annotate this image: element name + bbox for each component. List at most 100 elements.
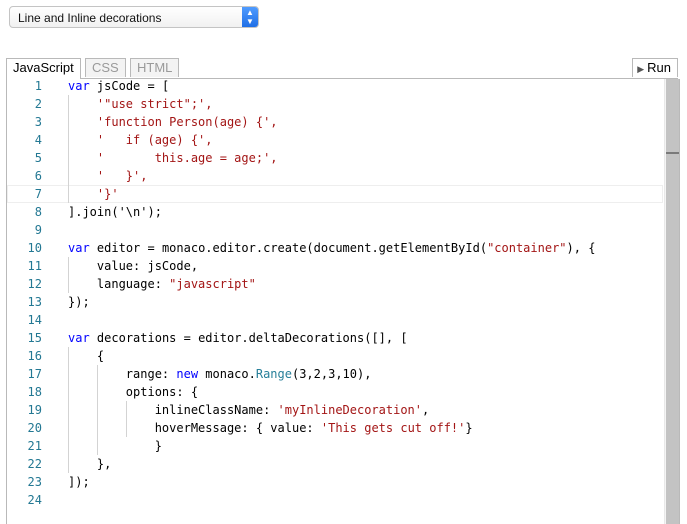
- code-text: 'function Person(age) {',: [68, 113, 278, 131]
- code-token: (3,2,3,10),: [291, 367, 372, 381]
- code-text: ' this.age = age;',: [68, 149, 278, 167]
- code-text: value: jsCode,: [68, 257, 198, 275]
- code-text: ]);: [68, 473, 90, 491]
- line-number: 12: [27, 277, 42, 291]
- code-line[interactable]: 15 var decorations = editor.deltaDecorati…: [7, 329, 663, 347]
- code-line[interactable]: 11 value: jsCode,: [7, 257, 663, 275]
- code-line[interactable]: 24: [7, 491, 663, 509]
- line-number: 3: [34, 115, 42, 129]
- code-line[interactable]: 23]);: [7, 473, 663, 491]
- code-token: value: jsCode,: [68, 259, 199, 273]
- code-line[interactable]: 19 inlineClassName: 'myInlineDecoration'…: [7, 401, 663, 419]
- code-token: {: [68, 349, 105, 363]
- line-number: 4: [34, 133, 42, 147]
- code-line[interactable]: 18 options: {: [7, 383, 663, 401]
- code-token: hoverMessage: { value:: [68, 421, 321, 435]
- sample-select-dropdown[interactable]: Line and Inline decorations ▲ ▼: [9, 6, 259, 28]
- vertical-scrollbar[interactable]: [664, 79, 679, 524]
- code-token: 'function Person(age) {',: [96, 115, 278, 129]
- code-token: new: [176, 367, 199, 381]
- code-token: var: [68, 241, 90, 255]
- code-token: Range: [255, 367, 292, 381]
- code-line[interactable]: 4 ' if (age) {',: [7, 131, 663, 149]
- code-line[interactable]: 16 {: [7, 347, 663, 365]
- code-line[interactable]: 1 var jsCode = [: [7, 79, 663, 95]
- line-number: 2: [34, 97, 42, 111]
- line-number: 9: [34, 223, 42, 237]
- line-number: 20: [27, 421, 42, 435]
- code-text: var editor = monaco.editor.create(docume…: [68, 239, 595, 257]
- line-number: 16: [27, 349, 42, 363]
- code-text: ].join('\n');: [68, 203, 162, 221]
- code-text: ' }',: [68, 167, 148, 185]
- code-text: var decorations = editor.deltaDecoration…: [68, 329, 408, 347]
- code-line[interactable]: 22 },: [7, 455, 663, 473]
- code-line[interactable]: 14: [7, 311, 663, 329]
- indent-guide: [68, 257, 69, 293]
- indent-guide: [125, 401, 127, 437]
- code-line[interactable]: 9: [7, 221, 663, 239]
- code-line[interactable]: 20 hoverMessage: { value: 'This gets cut…: [7, 419, 663, 437]
- code-text: {: [68, 347, 104, 365]
- code-text: inlineClassName: 'myInlineDecoration',: [68, 401, 430, 419]
- code-text: }: [68, 437, 162, 455]
- code-token: decorations = editor.deltaDecorations([]…: [96, 331, 408, 345]
- code-token: "container": [487, 241, 567, 255]
- code-line[interactable]: 17 range: new monaco.Range(3,2,3,10),: [7, 365, 663, 383]
- code-token: ), {: [566, 241, 596, 255]
- code-text: ' if (age) {',: [68, 131, 213, 149]
- code-token: var: [68, 331, 90, 345]
- line-number: 11: [27, 259, 42, 273]
- play-icon: ▶: [637, 64, 645, 74]
- line-number: 10: [27, 241, 42, 255]
- chevron-updown-icon: ▲ ▼: [242, 7, 258, 27]
- code-line[interactable]: 7 '}': [7, 185, 663, 203]
- indent-guide: [68, 95, 69, 203]
- code-token: inlineClassName:: [68, 403, 278, 417]
- code-token: ].join('\n');: [68, 205, 162, 219]
- code-token: ]);: [68, 475, 90, 489]
- code-line[interactable]: 10 var editor = monaco.editor.create(docu…: [7, 239, 663, 257]
- line-number: 6: [34, 169, 42, 183]
- indent-guide: [96, 365, 98, 455]
- code-token: "javascript": [169, 277, 256, 291]
- code-line[interactable]: 2 '"use strict";',: [7, 95, 663, 113]
- code-text: options: {: [68, 383, 198, 401]
- code-line[interactable]: 12 language: "javascript": [7, 275, 663, 293]
- code-text: '}': [68, 185, 119, 203]
- code-line[interactable]: 3 'function Person(age) {',: [7, 113, 663, 131]
- tab-javascript[interactable]: JavaScript: [6, 58, 81, 79]
- code-token: 'This gets cut off!': [320, 421, 466, 435]
- code-editor[interactable]: 1 var jsCode = [2 '"use strict";', 3 'func…: [6, 79, 680, 524]
- line-number: 24: [27, 493, 42, 507]
- code-token: });: [68, 295, 90, 309]
- code-line[interactable]: 5 ' this.age = age;',: [7, 149, 663, 167]
- code-line[interactable]: 8].join('\n');: [7, 203, 663, 221]
- line-number: 14: [27, 313, 42, 327]
- line-number: 23: [27, 475, 42, 489]
- code-line[interactable]: 6 ' }',: [7, 167, 663, 185]
- code-token: editor = monaco.editor.create(document.g…: [96, 241, 488, 255]
- code-token: options: {: [68, 385, 199, 399]
- code-text: hoverMessage: { value: 'This gets cut of…: [68, 419, 473, 437]
- tab-html[interactable]: HTML: [130, 58, 180, 77]
- tab-bar: JavaScript CSS HTML ▶ Run: [6, 58, 678, 79]
- code-line[interactable]: 13});: [7, 293, 663, 311]
- run-button[interactable]: ▶ Run: [632, 58, 678, 77]
- code-token: var: [68, 79, 90, 93]
- run-button-label: Run: [647, 60, 671, 75]
- line-number: 18: [27, 385, 42, 399]
- sample-select-value: Line and Inline decorations: [18, 11, 162, 25]
- tab-css[interactable]: CSS: [85, 58, 126, 77]
- code-text: var jsCode = [: [68, 79, 169, 95]
- code-line[interactable]: 21 }: [7, 437, 663, 455]
- scrollbar-thumb[interactable]: [666, 79, 679, 524]
- code-token: language:: [68, 277, 170, 291]
- code-text: range: new monaco.Range(3,2,3,10),: [68, 365, 372, 383]
